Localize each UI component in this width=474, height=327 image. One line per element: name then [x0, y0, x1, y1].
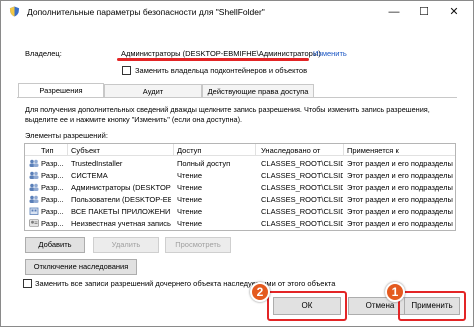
table-row[interactable]: Разр... ВСЕ ПАКЕТЫ ПРИЛОЖЕНИЙ Чтение CLA… — [25, 205, 455, 217]
cell-applies: Этот раздел и его подразделы — [347, 219, 453, 228]
owner-highlight — [117, 58, 309, 61]
cell-subject: Неизвестная учетная запись... — [71, 219, 171, 228]
cell-access: Чтение — [177, 195, 203, 204]
cell-access: Чтение — [177, 219, 203, 228]
package-icon — [29, 207, 39, 215]
permission-entries-table[interactable]: Тип Субъект Доступ Унаследовано от Приме… — [24, 143, 456, 231]
cell-type: Разр... — [41, 171, 64, 180]
column-access[interactable]: Доступ — [177, 146, 201, 155]
cell-inherited: CLASSES_ROOT\CLSID\... — [261, 195, 343, 204]
user-group-icon — [29, 159, 39, 167]
title-bar[interactable]: Дополнительные параметры безопасности дл… — [1, 1, 473, 23]
minimize-button[interactable]: — — [379, 1, 409, 23]
view-button[interactable]: Просмотреть — [165, 237, 231, 253]
column-applies[interactable]: Применяется к — [347, 146, 399, 155]
advanced-security-window: Дополнительные параметры безопасности дл… — [0, 0, 474, 327]
column-inherited[interactable]: Унаследовано от — [261, 146, 320, 155]
cell-inherited: CLASSES_ROOT\CLSID\... — [261, 171, 343, 180]
remove-button[interactable]: Удалить — [93, 237, 159, 253]
owner-value: Администраторы (DESKTOP-EBMIFHE\Админист… — [121, 49, 321, 58]
ok-button[interactable]: ОК — [273, 297, 341, 315]
replace-child-permissions-checkbox[interactable] — [23, 279, 32, 288]
cell-inherited: CLASSES_ROOT\CLSID\... — [261, 159, 343, 168]
window-title: Дополнительные параметры безопасности дл… — [27, 7, 265, 17]
maximize-button[interactable]: ☐ — [409, 1, 439, 23]
add-button[interactable]: Добавить — [25, 237, 85, 253]
apply-button[interactable]: Применить — [404, 297, 460, 315]
table-row[interactable]: Разр... TrustedInstaller Полный доступ C… — [25, 157, 455, 169]
user-group-icon — [29, 183, 39, 191]
cell-subject: Администраторы (DESKTOP-... — [71, 183, 171, 192]
cell-inherited: CLASSES_ROOT\CLSID\... — [261, 207, 343, 216]
cell-inherited: CLASSES_ROOT\CLSID\... — [261, 183, 343, 192]
table-row[interactable]: Разр... СИСТЕМА Чтение CLASSES_ROOT\CLSI… — [25, 169, 455, 181]
cell-applies: Этот раздел и его подразделы — [347, 171, 453, 180]
cell-applies: Этот раздел и его подразделы — [347, 207, 453, 216]
tab-panel-divider — [17, 97, 457, 98]
table-header: Тип Субъект Доступ Унаследовано от Приме… — [25, 144, 455, 156]
disable-inheritance-button[interactable]: Отключение наследования — [25, 259, 137, 275]
cell-access: Чтение — [177, 171, 203, 180]
permission-entries-label: Элементы разрешений: — [25, 131, 108, 140]
close-button[interactable]: ✕ — [439, 1, 469, 23]
table-row[interactable]: Разр... Неизвестная учетная запись... Чт… — [25, 217, 455, 229]
cell-subject: ВСЕ ПАКЕТЫ ПРИЛОЖЕНИЙ — [71, 207, 171, 216]
replace-owner-checkbox[interactable] — [122, 66, 131, 75]
cell-inherited: CLASSES_ROOT\CLSID\... — [261, 219, 343, 228]
cell-applies: Этот раздел и его подразделы — [347, 195, 453, 204]
cell-type: Разр... — [41, 219, 64, 228]
cell-subject: Пользователи (DESKTOP-EBM... — [71, 195, 171, 204]
cell-applies: Этот раздел и его подразделы — [347, 183, 453, 192]
cell-type: Разр... — [41, 195, 64, 204]
change-owner-link[interactable]: Изменить — [313, 49, 347, 58]
column-separator — [255, 144, 256, 156]
cell-type: Разр... — [41, 207, 64, 216]
user-group-icon — [29, 195, 39, 203]
column-type[interactable]: Тип — [41, 146, 54, 155]
cell-subject: СИСТЕМА — [71, 171, 108, 180]
cell-type: Разр... — [41, 159, 64, 168]
step-1-marker: 1 — [385, 282, 405, 302]
table-row[interactable]: Разр... Пользователи (DESKTOP-EBM... Чте… — [25, 193, 455, 205]
column-subject[interactable]: Субъект — [71, 146, 100, 155]
unknown-account-icon — [29, 219, 39, 227]
tab-audit[interactable]: Аудит — [104, 84, 202, 98]
owner-label: Владелец: — [25, 49, 62, 58]
shield-icon — [9, 6, 20, 17]
cell-access: Чтение — [177, 207, 203, 216]
replace-child-permissions-label: Заменить все записи разрешений дочернего… — [35, 279, 336, 288]
tab-audit-label: Аудит — [142, 87, 164, 96]
tab-effective-access-label: Действующие права доступа — [207, 87, 309, 96]
column-separator — [67, 144, 68, 156]
column-separator — [343, 144, 344, 156]
cell-applies: Этот раздел и его подразделы — [347, 159, 453, 168]
table-row[interactable]: Разр... Администраторы (DESKTOP-... Чтен… — [25, 181, 455, 193]
step-2-marker: 2 — [250, 282, 270, 302]
tab-permissions-label: Разрешения — [39, 86, 83, 95]
cell-type: Разр... — [41, 183, 64, 192]
column-separator — [173, 144, 174, 156]
cell-subject: TrustedInstaller — [71, 159, 123, 168]
tab-permissions[interactable]: Разрешения — [18, 83, 104, 98]
user-group-icon — [29, 171, 39, 179]
cell-access: Чтение — [177, 183, 203, 192]
permissions-description: Для получения дополнительных сведений дв… — [25, 105, 430, 124]
cell-access: Полный доступ — [177, 159, 231, 168]
tab-effective-access[interactable]: Действующие права доступа — [202, 84, 314, 98]
replace-owner-label: Заменить владельца подконтейнеров и объе… — [135, 66, 308, 75]
